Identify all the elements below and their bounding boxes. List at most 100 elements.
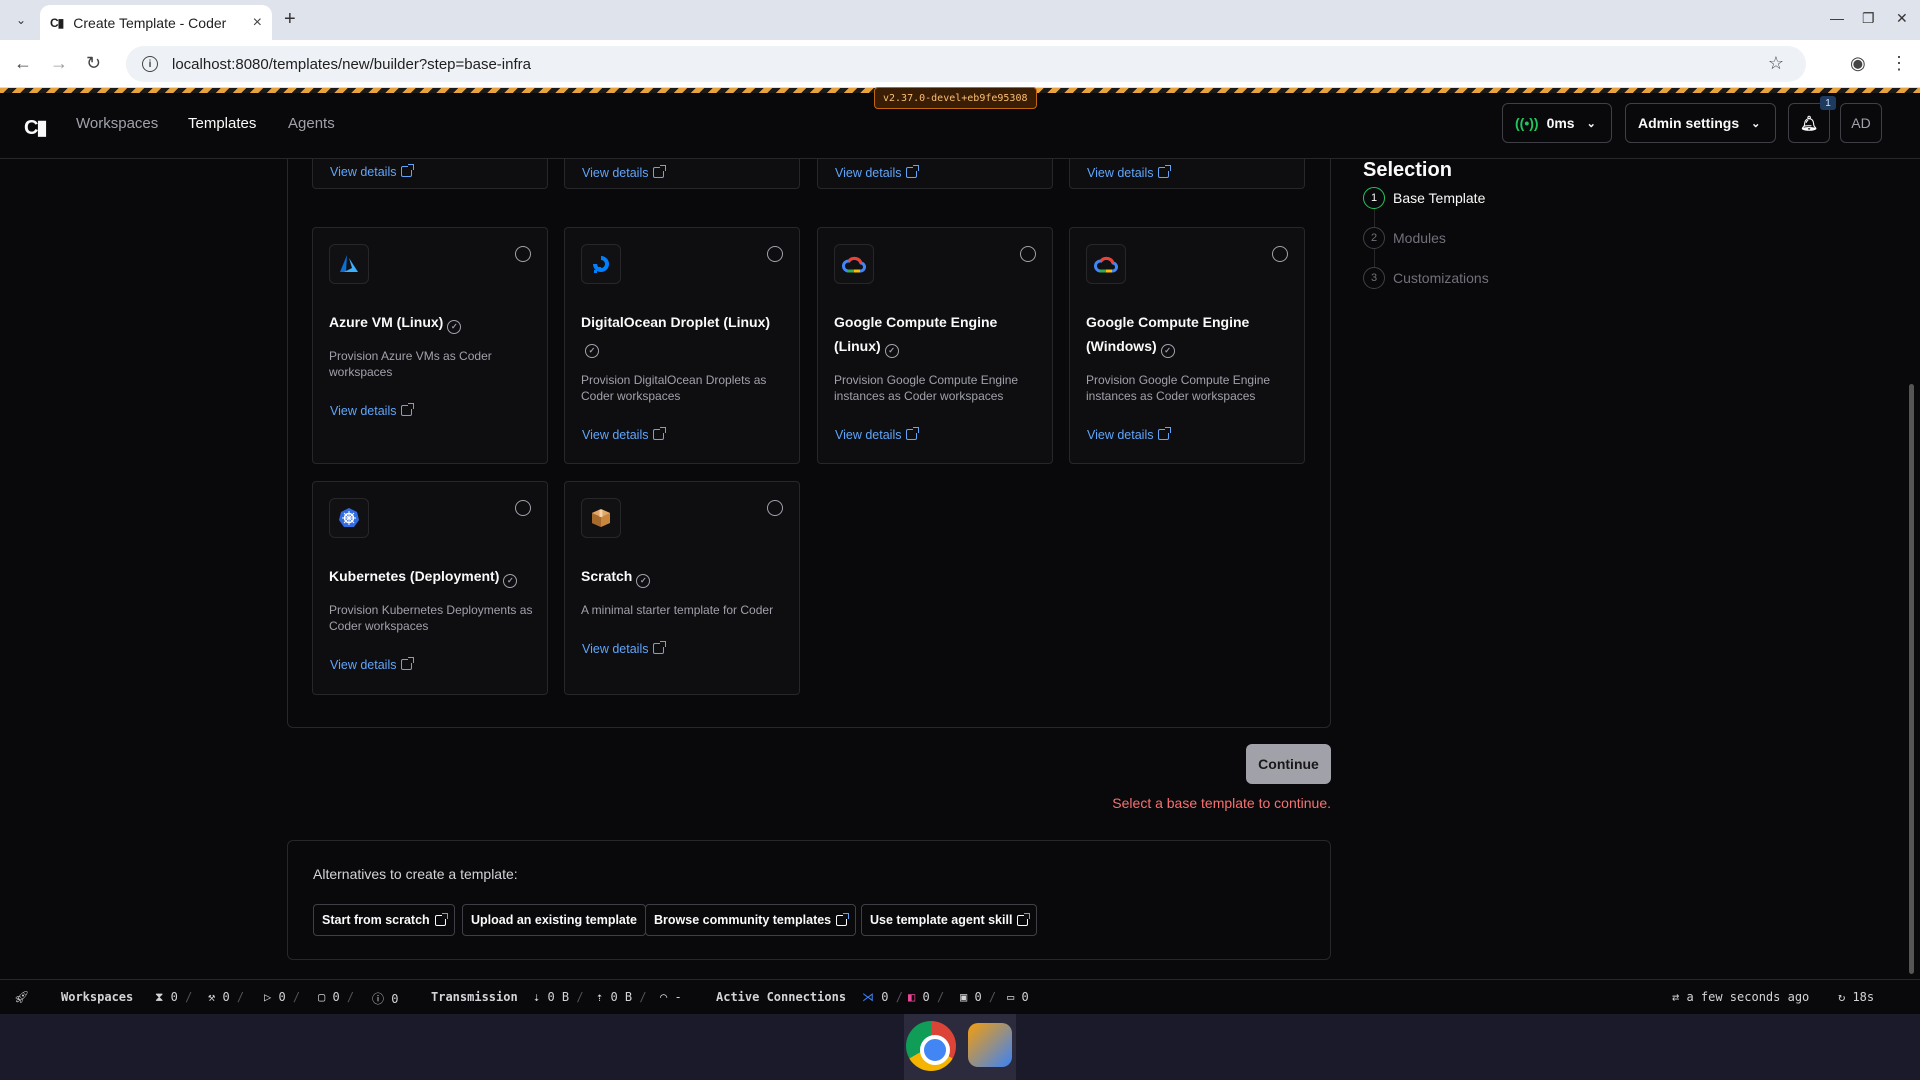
- step-modules[interactable]: 2 Modules: [1363, 227, 1446, 249]
- view-details-link[interactable]: View details: [330, 657, 415, 672]
- select-radio[interactable]: [515, 246, 531, 262]
- site-info-icon[interactable]: i: [142, 56, 158, 72]
- ws-stopped-stat[interactable]: ▢ 0 /: [318, 990, 354, 1004]
- url-text: localhost:8080/templates/new/builder?ste…: [172, 55, 531, 73]
- bookmark-star-icon[interactable]: ☆: [1768, 53, 1784, 74]
- version-badge[interactable]: v2.37.0-devel+eb9fe95308: [874, 87, 1037, 109]
- nav-workspaces[interactable]: Workspaces: [76, 115, 158, 132]
- template-card-gce-linux[interactable]: Google Compute Engine (Linux) ✓ Provision…: [817, 227, 1053, 464]
- profile-icon[interactable]: ◉: [1850, 53, 1866, 74]
- nav-templates[interactable]: Templates: [188, 115, 256, 132]
- reload-icon[interactable]: ↻: [86, 53, 101, 74]
- chevron-down-icon: ⌄: [1751, 117, 1761, 130]
- avatar[interactable]: AD: [1840, 103, 1882, 143]
- view-details-link[interactable]: View details: [835, 427, 920, 442]
- selection-title: Selection: [1363, 159, 1452, 181]
- refresh-button[interactable]: ↻ 18s: [1838, 990, 1874, 1004]
- minimize-icon[interactable]: —: [1830, 10, 1844, 26]
- continue-button[interactable]: Continue: [1246, 744, 1331, 784]
- template-card-azure-vm[interactable]: Azure VM (Linux) ✓ Provision Azure VMs as…: [312, 227, 548, 464]
- upload-template-button[interactable]: Upload an existing template: [462, 904, 647, 936]
- select-radio[interactable]: [1020, 246, 1036, 262]
- tab-title: Create Template - Coder: [73, 14, 227, 31]
- template-card[interactable]: View details: [564, 159, 800, 189]
- scrollbar-thumb[interactable]: [1909, 384, 1914, 974]
- latency-stat[interactable]: ◠ -: [660, 990, 682, 1004]
- terminal-connections-stat[interactable]: ▣ 0 /: [960, 990, 996, 1004]
- tab-search-icon[interactable]: ⌄: [10, 10, 32, 30]
- use-template-agent-skill-button[interactable]: Use template agent skill: [861, 904, 1038, 936]
- signal-icon: ((•)): [1515, 115, 1539, 131]
- card-title: Google Compute Engine (Linux) ✓: [834, 310, 1040, 358]
- jetbrains-connections-stat[interactable]: ◧ 0 /: [908, 990, 944, 1004]
- template-card-digitalocean[interactable]: DigitalOcean Droplet (Linux)✓ Provision …: [564, 227, 800, 464]
- select-radio[interactable]: [767, 246, 783, 262]
- card-description: Provision Azure VMs as Coder workspaces: [329, 349, 492, 379]
- restore-icon[interactable]: ❐: [1862, 10, 1875, 27]
- tx-sent-stat[interactable]: ⇡ 0 B /: [596, 990, 647, 1004]
- template-card-scratch[interactable]: Scratch ✓ A minimal starter template for …: [564, 481, 800, 695]
- latency-button[interactable]: ((•)) 0ms ⌄: [1502, 103, 1612, 143]
- browser-menu-icon[interactable]: ⋮: [1890, 53, 1908, 74]
- new-tab-icon[interactable]: +: [284, 8, 296, 31]
- view-details-link[interactable]: View details: [582, 165, 667, 180]
- view-details-link[interactable]: View details: [330, 403, 415, 418]
- select-radio[interactable]: [1272, 246, 1288, 262]
- card-description: Provision DigitalOcean Droplets as Coder…: [581, 373, 767, 403]
- view-details-link[interactable]: View details: [835, 165, 920, 180]
- template-card-gce-windows[interactable]: Google Compute Engine (Windows) ✓ Provisi…: [1069, 227, 1305, 464]
- close-window-icon[interactable]: ✕: [1896, 10, 1908, 27]
- validation-error: Select a base template to continue.: [1112, 795, 1331, 811]
- external-link-icon: [653, 427, 667, 440]
- template-card[interactable]: View details: [1069, 159, 1305, 189]
- nav-agents[interactable]: Agents: [288, 115, 335, 132]
- template-card[interactable]: View details: [817, 159, 1053, 189]
- ws-building-stat[interactable]: ⚒ 0 /: [208, 990, 244, 1004]
- view-details-link[interactable]: View details: [582, 427, 667, 442]
- admin-settings-button[interactable]: Admin settings ⌄: [1625, 103, 1776, 143]
- template-card-kubernetes[interactable]: Kubernetes (Deployment) ✓ Provision Kuber…: [312, 481, 548, 695]
- ws-pending-stat[interactable]: ⧗ 0 /: [155, 990, 192, 1005]
- browser-tab[interactable]: C▮ Create Template - Coder ×: [40, 5, 272, 40]
- tx-received-stat[interactable]: ⇣ 0 B /: [533, 990, 584, 1004]
- external-link-icon: [906, 165, 920, 178]
- external-link-icon: [401, 164, 415, 177]
- ws-failed-stat[interactable]: ⓘ 0: [372, 990, 398, 1007]
- forward-icon[interactable]: →: [50, 53, 68, 74]
- view-details-link[interactable]: View details: [1087, 427, 1172, 442]
- alternatives-title: Alternatives to create a template:: [313, 866, 518, 882]
- browse-community-templates-button[interactable]: Browse community templates: [645, 904, 857, 936]
- card-title: Scratch ✓: [581, 564, 787, 588]
- back-icon[interactable]: ←: [14, 53, 32, 74]
- card-title: Kubernetes (Deployment) ✓: [329, 564, 535, 588]
- step-customizations[interactable]: 3 Customizations: [1363, 267, 1489, 289]
- step-base-template[interactable]: 1 Base Template: [1363, 187, 1485, 209]
- card-title: DigitalOcean Droplet (Linux)✓: [581, 310, 787, 358]
- external-link-icon: [434, 912, 448, 926]
- ssh-connections-stat[interactable]: ▭ 0: [1007, 990, 1029, 1004]
- chevron-down-icon: ⌄: [1586, 117, 1596, 130]
- external-link-icon: [401, 403, 415, 416]
- start-from-scratch-button[interactable]: Start from scratch: [313, 904, 455, 936]
- select-radio[interactable]: [515, 500, 531, 516]
- rocket-icon[interactable]: 🚀︎: [14, 990, 29, 1004]
- coder-logo[interactable]: C▮: [24, 115, 47, 140]
- os-taskbar: [0, 1014, 1920, 1080]
- chrome-icon[interactable]: [906, 1021, 956, 1071]
- view-details-link[interactable]: View details: [330, 164, 415, 179]
- external-link-icon: [653, 165, 667, 178]
- ws-running-stat[interactable]: ▷ 0 /: [264, 990, 300, 1004]
- verified-check-icon: ✓: [585, 344, 599, 358]
- select-radio[interactable]: [767, 500, 783, 516]
- address-bar[interactable]: i localhost:8080/templates/new/builder?s…: [126, 46, 1806, 82]
- app-launcher-icon[interactable]: [968, 1023, 1012, 1067]
- external-link-icon: [836, 912, 850, 926]
- close-tab-icon[interactable]: ×: [253, 14, 262, 32]
- view-details-link[interactable]: View details: [582, 641, 667, 656]
- view-details-link[interactable]: View details: [1087, 165, 1172, 180]
- verified-check-icon: ✓: [503, 574, 518, 588]
- box-icon: [581, 498, 621, 538]
- template-card[interactable]: View details: [312, 159, 548, 189]
- card-description: A minimal starter template for Coder: [581, 603, 774, 617]
- vscode-connections-stat[interactable]: ⋊ 0 /: [862, 990, 903, 1004]
